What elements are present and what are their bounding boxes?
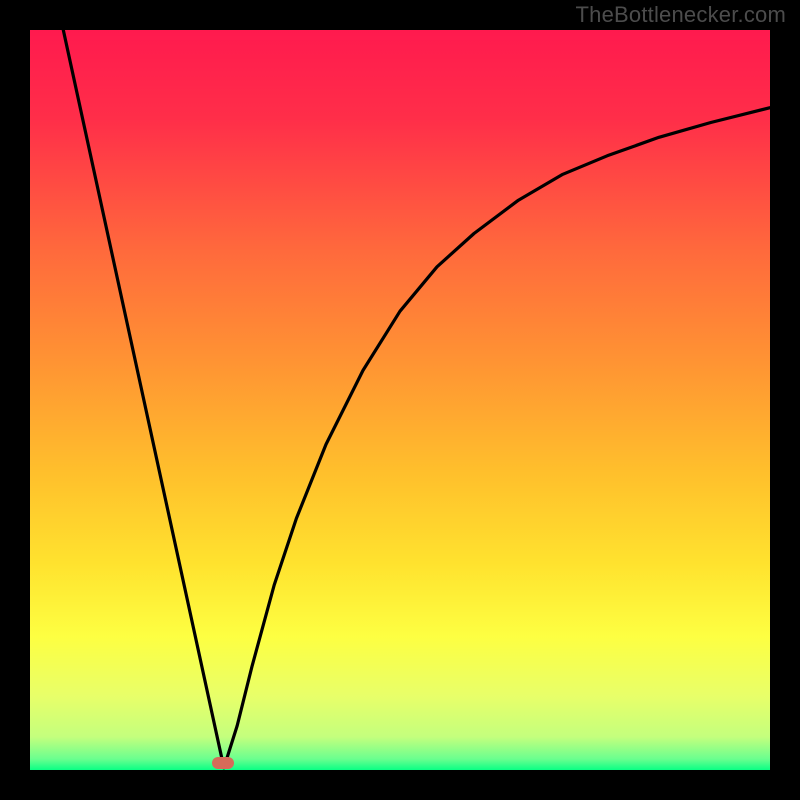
gradient-background [30,30,770,770]
bottleneck-plot [30,30,770,770]
optimum-marker [212,757,234,769]
chart-frame: TheBottlenecker.com [0,0,800,800]
watermark-text: TheBottlenecker.com [576,2,786,28]
